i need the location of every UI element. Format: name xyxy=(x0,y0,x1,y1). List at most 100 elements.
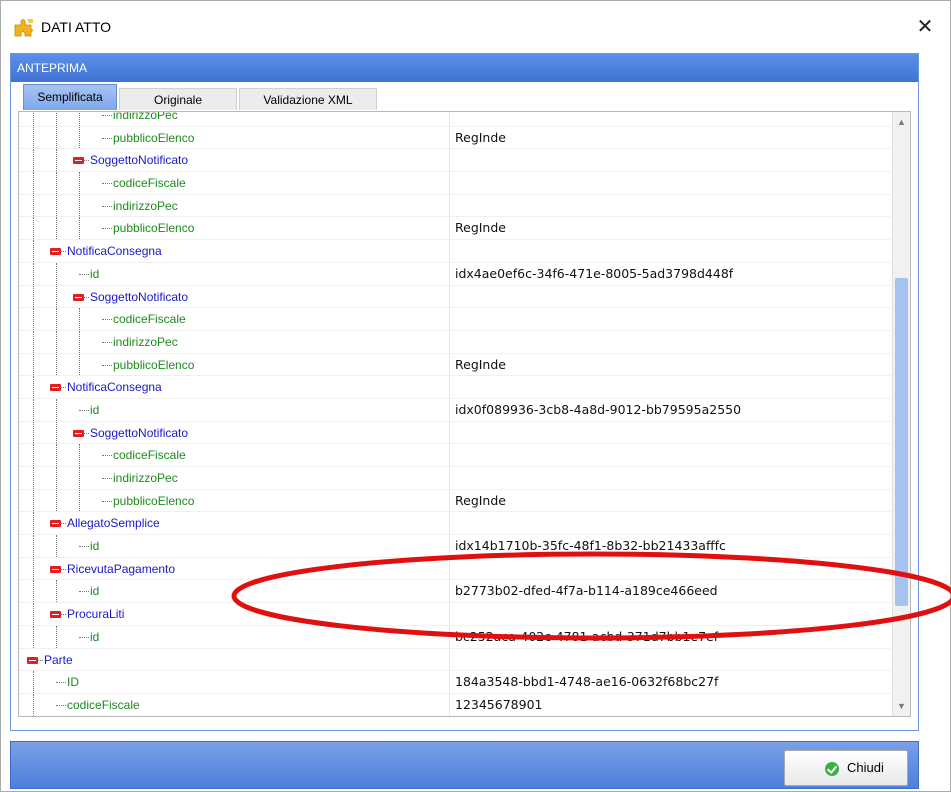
tree-row[interactable]: SoggettoNotificato xyxy=(19,149,891,173)
tree-guide-line xyxy=(33,217,34,240)
tree-row-value: bc252aca-402c-4781-acbd-371d7bb1e7ef xyxy=(455,628,719,644)
tree-row[interactable]: indirizzoPec xyxy=(19,112,891,127)
collapse-minus-icon[interactable] xyxy=(50,384,61,392)
tree-row-value: idx14b1710b-35fc-48f1-8b32-bb21433afffc xyxy=(455,538,726,554)
tab-strip: Semplificata Originale Validazione XML xyxy=(15,84,915,110)
column-divider xyxy=(449,308,450,330)
tree-row[interactable]: ProcuraLiti xyxy=(19,603,891,626)
tree-row[interactable]: AllegatoSemplice xyxy=(19,512,891,536)
tree-row[interactable]: id b2773b02-dfed-4f7a-b114-a189ce466eed xyxy=(19,580,891,604)
tree-row-label: pubblicoElenco xyxy=(113,221,195,236)
tree-row[interactable]: pubblicoElenco RegInde xyxy=(19,126,891,150)
tree-row[interactable]: pubblicoElenco RegInde xyxy=(19,489,891,513)
tree-guide-line xyxy=(33,126,34,149)
tree-row[interactable]: codiceFiscale xyxy=(19,308,891,331)
tree-row-value: b2773b02-dfed-4f7a-b114-a189ce466eed xyxy=(455,583,718,599)
tree-row-label: SoggettoNotificato xyxy=(90,289,189,304)
tree-row[interactable]: Parte xyxy=(19,648,891,672)
tree-row[interactable]: id bc252aca-402c-4781-acbd-371d7bb1e7ef xyxy=(19,625,891,649)
close-button[interactable]: ✕ xyxy=(910,13,940,41)
tree-guide-line xyxy=(33,172,34,194)
tree-row[interactable]: indirizzoPec xyxy=(19,467,891,490)
tree-row-label: codiceFiscale xyxy=(113,176,186,191)
tree-connector xyxy=(61,387,66,389)
tree-guide-line xyxy=(79,112,80,126)
collapse-minus-icon[interactable] xyxy=(50,565,61,573)
tree-connector xyxy=(84,432,89,434)
tree-row[interactable]: indirizzoPec xyxy=(19,330,891,354)
tab-originale[interactable]: Originale xyxy=(119,88,237,110)
tree-row[interactable]: codiceFiscale xyxy=(19,444,891,467)
tree-guide-line xyxy=(33,557,34,580)
scrollbar-thumb[interactable] xyxy=(895,278,908,607)
tree-row[interactable]: SoggettoNotificato xyxy=(19,285,891,309)
tree-guide-line xyxy=(56,489,57,512)
tree-connector xyxy=(56,682,66,684)
tree-row-value: RegInde xyxy=(455,220,506,236)
column-divider xyxy=(449,194,450,217)
tree-guide-line xyxy=(33,149,34,172)
tree-connector xyxy=(102,364,112,366)
tree-connector xyxy=(79,591,89,593)
tree-row[interactable]: codiceFiscale xyxy=(19,172,891,195)
collapse-minus-icon[interactable] xyxy=(73,429,84,437)
tree-guide-line xyxy=(33,262,34,285)
tree-row[interactable]: indirizzoPec xyxy=(19,194,891,218)
tree-connector xyxy=(102,319,112,321)
column-divider xyxy=(449,285,450,308)
tree-connector xyxy=(102,455,112,457)
tab-semplificata[interactable]: Semplificata xyxy=(23,84,117,110)
tree-guide-line xyxy=(33,489,34,512)
collapse-minus-icon[interactable] xyxy=(50,248,61,256)
tree-guide-line xyxy=(56,580,57,603)
column-divider xyxy=(449,467,450,489)
tab-validazione-xml[interactable]: Validazione XML xyxy=(239,88,377,110)
column-divider xyxy=(449,262,450,285)
tree-row[interactable]: pubblicoElenco RegInde xyxy=(19,217,891,241)
tree-row-label: id xyxy=(90,402,100,417)
tree-row-label: NotificaConsegna xyxy=(67,380,162,395)
tree-row[interactable]: SoggettoNotificato xyxy=(19,421,891,445)
tree-row-label: pubblicoElenco xyxy=(113,130,195,145)
tree-row-label: codiceFiscale xyxy=(67,697,140,712)
tree-guide-line xyxy=(33,194,34,217)
collapse-minus-icon[interactable] xyxy=(50,611,61,619)
chiudi-label: Chiudi xyxy=(847,760,884,775)
tree-row[interactable]: NotificaConsegna xyxy=(19,376,891,399)
tree-row[interactable]: pubblicoElenco RegInde xyxy=(19,353,891,377)
collapse-minus-icon[interactable] xyxy=(50,520,61,528)
chiudi-button[interactable]: Chiudi xyxy=(784,750,908,786)
tree-guide-line xyxy=(56,126,57,149)
tree-row-value: RegInde xyxy=(455,129,506,145)
vertical-scrollbar[interactable]: ▲ ▼ xyxy=(892,112,910,716)
tree-guide-line xyxy=(56,353,57,376)
tree-guide-line xyxy=(56,149,57,172)
tree-connector xyxy=(61,251,66,253)
scroll-down-arrow-icon[interactable]: ▼ xyxy=(893,698,910,714)
column-divider xyxy=(449,149,450,172)
tree-connector xyxy=(102,500,112,502)
collapse-minus-icon[interactable] xyxy=(73,157,84,165)
tree-row[interactable]: ID 184a3548-bbd1-4748-ae16-0632f68bc27f xyxy=(19,671,891,694)
xml-tree-view[interactable]: indirizzoPec pubblicoElenco RegInde Soggett… xyxy=(18,111,911,717)
tree-row[interactable]: codiceFiscale 12345678901 xyxy=(19,693,891,716)
collapse-minus-icon[interactable] xyxy=(27,656,38,664)
collapse-minus-icon[interactable] xyxy=(73,293,84,301)
tree-row-label: indirizzoPec xyxy=(113,334,178,349)
column-divider xyxy=(449,330,450,353)
tree-row[interactable]: RicevutaPagamento xyxy=(19,557,891,581)
scroll-up-arrow-icon[interactable]: ▲ xyxy=(893,114,910,130)
tree-guide-line xyxy=(79,217,80,240)
tree-row[interactable]: id idx4ae0ef6c-34f6-471e-8005-5ad3798d448… xyxy=(19,262,891,286)
tree-row[interactable]: id idx14b1710b-35fc-48f1-8b32-bb21433afff… xyxy=(19,535,891,558)
tree-row[interactable]: id idx0f089936-3cb8-4a8d-9012-bb79595a255… xyxy=(19,398,891,422)
tree-guide-line xyxy=(33,353,34,376)
column-divider xyxy=(449,444,450,466)
puzzle-icon xyxy=(14,19,33,37)
tree-guide-line xyxy=(56,421,57,444)
tree-row[interactable]: NotificaConsegna xyxy=(19,240,891,263)
column-divider xyxy=(449,376,450,398)
tree-row-label: id xyxy=(90,539,100,554)
tree-guide-line xyxy=(79,444,80,466)
column-divider xyxy=(449,421,450,444)
